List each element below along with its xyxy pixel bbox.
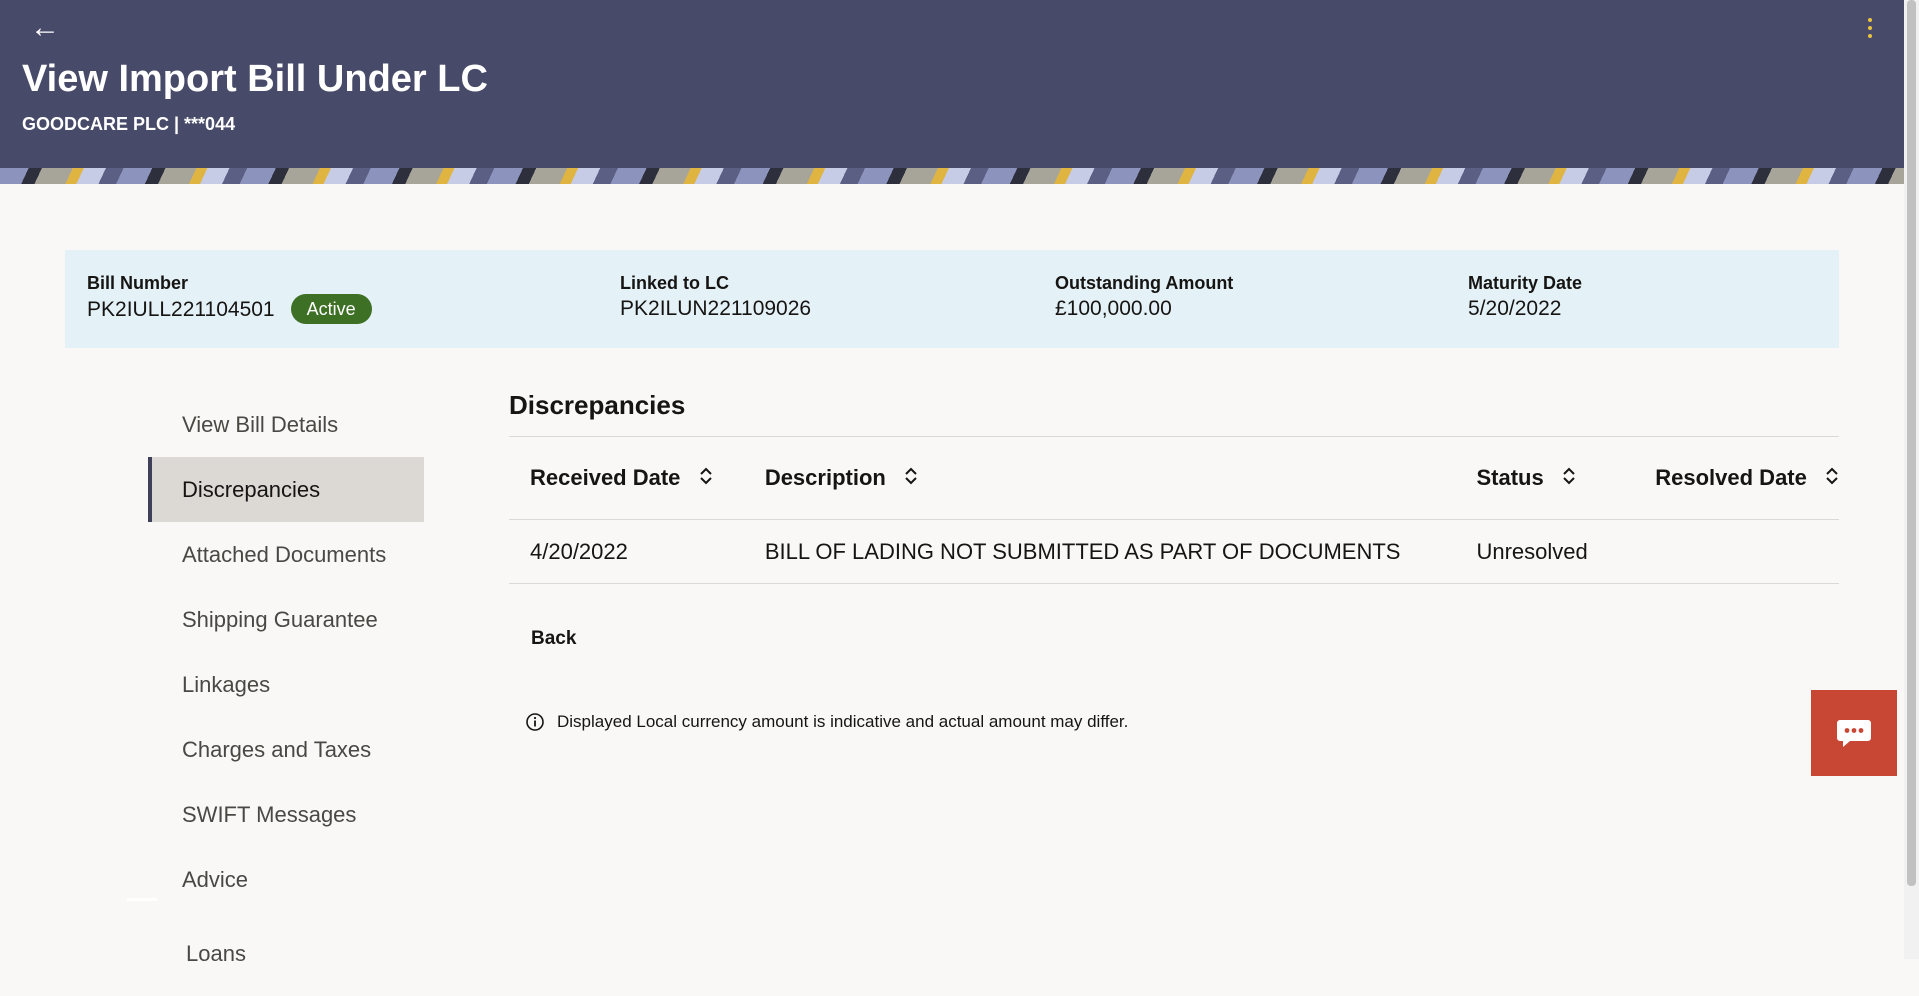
sidebar-item-attached-documents[interactable]: Attached Documents [148, 522, 424, 587]
bill-summary: Bill Number PK2IULL221104501 Active Link… [65, 250, 1839, 348]
sidebar-item-advice[interactable]: Advice [148, 847, 424, 912]
linked-lc-block: Linked to LC PK2ILUN221109026 [620, 272, 811, 322]
sidebar-item-discrepancies[interactable]: Discrepancies [148, 457, 424, 522]
outstanding-amount-value: £100,000.00 [1055, 297, 1172, 320]
cell-status: Unresolved [1455, 519, 1635, 584]
sort-icon[interactable] [699, 466, 713, 486]
sidebar-item-swift-messages[interactable]: SWIFT Messages [148, 782, 424, 847]
outstanding-amount-label: Outstanding Amount [1055, 273, 1234, 293]
maturity-date-label: Maturity Date [1468, 273, 1583, 293]
maturity-date-block: Maturity Date 5/20/2022 [1468, 272, 1582, 322]
bill-number-label: Bill Number [87, 273, 189, 293]
back-button[interactable]: Back [531, 628, 576, 650]
column-header-resolved-date[interactable]: Resolved Date [1634, 437, 1839, 520]
sidebar-nav: View Bill Details Discrepancies Attached… [148, 392, 424, 966]
main-content: Discrepancies Received Date Description … [509, 388, 1839, 732]
table-row: 4/20/2022 BILL OF LADING NOT SUBMITTED A… [509, 519, 1839, 584]
sidebar-item-view-bill-details[interactable]: View Bill Details [148, 392, 424, 457]
column-header-status[interactable]: Status [1455, 437, 1635, 520]
page-header: ← View Import Bill Under LC GOODCARE PLC… [0, 0, 1904, 184]
scrollbar-thumb[interactable] [1907, 0, 1916, 886]
sort-icon[interactable] [1825, 466, 1839, 486]
page-scrollbar[interactable] [1904, 0, 1919, 959]
currency-disclaimer: Displayed Local currency amount is indic… [525, 712, 1839, 732]
sidebar-item-loans[interactable]: Loans [148, 912, 424, 966]
sort-icon[interactable] [1562, 466, 1576, 486]
section-title: Discrepancies [509, 388, 1839, 437]
table-header-row: Received Date Description Status Resolve… [509, 437, 1839, 520]
column-header-description[interactable]: Description [743, 437, 1456, 520]
page-title: View Import Bill Under LC [22, 58, 488, 100]
column-header-received-date[interactable]: Received Date [509, 437, 744, 520]
status-badge: Active [290, 294, 372, 324]
sidebar-item-linkages[interactable]: Linkages [148, 652, 424, 717]
cell-received-date: 4/20/2022 [509, 519, 744, 584]
linked-lc-value: PK2ILUN221109026 [620, 297, 812, 320]
bill-number-block: Bill Number PK2IULL221104501 Active [87, 272, 372, 324]
cell-description: BILL OF LADING NOT SUBMITTED AS PART OF … [743, 519, 1456, 584]
outstanding-amount-block: Outstanding Amount £100,000.00 [1055, 272, 1233, 322]
linked-lc-label: Linked to LC [620, 273, 729, 293]
chat-bubble-icon [1837, 720, 1871, 747]
cell-resolved-date [1634, 519, 1839, 584]
kebab-menu-icon[interactable] [1862, 14, 1878, 42]
page-subtitle: GOODCARE PLC | ***044 [22, 114, 236, 134]
sidebar-divider [127, 898, 157, 901]
disclaimer-text: Displayed Local currency amount is indic… [557, 712, 1129, 731]
sidebar-item-charges-and-taxes[interactable]: Charges and Taxes [148, 717, 424, 782]
info-icon [526, 713, 544, 731]
sort-icon[interactable] [904, 466, 918, 486]
maturity-date-value: 5/20/2022 [1468, 297, 1562, 320]
discrepancies-table: Received Date Description Status Resolve… [509, 437, 1839, 584]
header-decorative-band [0, 168, 1904, 184]
arrow-left-icon[interactable]: ← [30, 12, 60, 44]
sidebar-item-shipping-guarantee[interactable]: Shipping Guarantee [148, 587, 424, 652]
bill-number-value: PK2IULL221104501 [87, 298, 275, 321]
chat-button[interactable] [1811, 690, 1897, 776]
